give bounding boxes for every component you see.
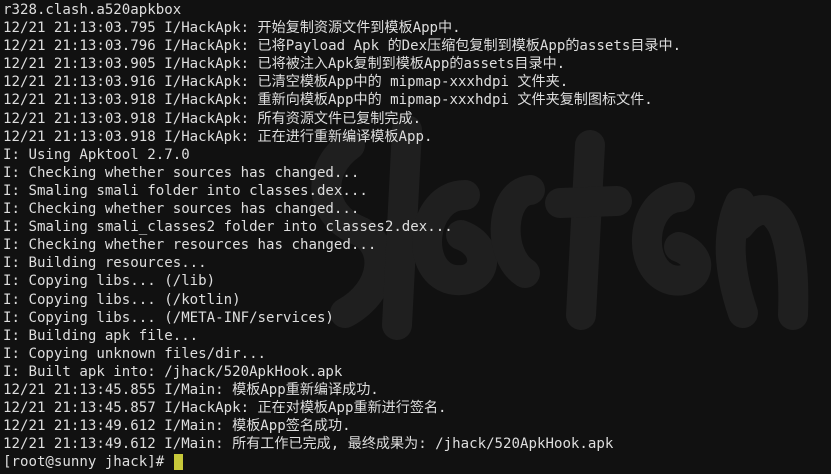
output-line: 12/21 21:13:03.918 I/HackApk: 重新向模板App中的… (3, 92, 653, 109)
output-line: 12/21 21:13:49.612 I/Main: 所有工作已完成, 最终成果… (3, 436, 614, 453)
output-line: I: Using Apktool 2.7.0 (3, 146, 190, 163)
output-line: 12/21 21:13:03.918 I/HackApk: 所有资源文件已复制完… (3, 110, 422, 127)
shell-prompt: [root@sunny jhack]# (3, 454, 173, 471)
output-line: I: Smaling smali_classes2 folder into cl… (3, 219, 453, 236)
output-line: 12/21 21:13:03.795 I/HackApk: 开始复制资源文件到模… (3, 20, 461, 37)
output-line: I: Checking whether sources has changed.… (3, 201, 360, 218)
output-line: I: Copying unknown files/dir... (3, 345, 267, 362)
output-line: 12/21 21:13:03.905 I/HackApk: 已将被注入Apk复制… (3, 56, 566, 73)
output-line: 12/21 21:13:03.916 I/HackApk: 已清空模板App中的… (3, 74, 569, 91)
output-line: I: Building resources... (3, 255, 207, 272)
output-line: I: Built apk into: /jhack/520ApkHook.apk (3, 363, 343, 380)
output-line: 12/21 21:13:45.857 I/HackApk: 正在对模板App重新… (3, 400, 447, 417)
output-line: I: Building apk file... (3, 327, 199, 344)
output-line: 12/21 21:13:03.918 I/HackApk: 正在进行重新编译模板… (3, 128, 433, 145)
output-line: 12/21 21:13:49.612 I/Main: 模板App签名成功. (3, 418, 351, 435)
output-line: 12/21 21:13:45.855 I/Main: 模板App重新编译成功. (3, 381, 379, 398)
output-line: I: Smaling smali folder into classes.dex… (3, 182, 368, 199)
output-line: I: Copying libs... (/lib) (3, 273, 216, 290)
output-line: I: Checking whether sources has changed.… (3, 164, 360, 181)
output-line: I: Checking whether resources has change… (3, 237, 377, 254)
terminal-window[interactable]: r328.clash.a520apkbox 12/21 21:13:03.795… (0, 0, 831, 474)
output-line: I: Copying libs... (/META-INF/services) (3, 309, 334, 326)
output-line: r328.clash.a520apkbox (3, 2, 182, 18)
block-cursor-icon (173, 454, 183, 471)
command-prompt-line[interactable]: [root@sunny jhack]# (3, 453, 831, 471)
output-line: I: Copying libs... (/kotlin) (3, 291, 241, 308)
terminal-output: r328.clash.a520apkbox 12/21 21:13:03.795… (3, 1, 831, 471)
output-line: 12/21 21:13:03.796 I/HackApk: 已将Payload … (3, 38, 682, 55)
